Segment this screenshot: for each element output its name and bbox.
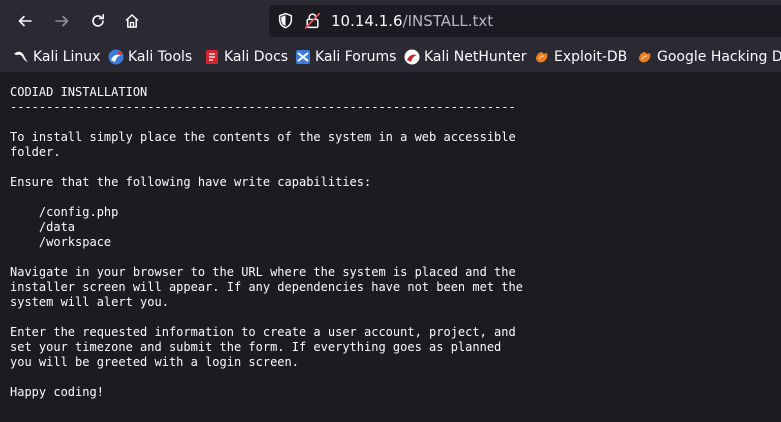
bookmark-label: Exploit-DB xyxy=(554,49,628,65)
back-button[interactable] xyxy=(12,8,38,34)
install-document-text: CODIAD INSTALLATION --------------------… xyxy=(10,85,523,399)
bookmark-exploit-db[interactable]: Exploit-DB xyxy=(534,47,627,67)
bookmark-kali-docs[interactable]: Kali Docs xyxy=(204,47,288,67)
bookmark-kali-nethunter[interactable]: Kali NetHunter xyxy=(404,47,526,67)
home-button[interactable] xyxy=(119,8,145,34)
bookmark-label: Kali Docs xyxy=(224,49,289,65)
url-host: 10.14.1.6 xyxy=(331,12,403,30)
bookmark-label: Kali Tools xyxy=(128,49,193,65)
url-path: /INSTALL.txt xyxy=(402,12,494,30)
nethunter-icon xyxy=(404,49,420,65)
kali-forums-icon xyxy=(296,50,310,64)
shield-icon[interactable] xyxy=(277,12,294,29)
reload-icon xyxy=(92,14,104,27)
kali-tools-icon xyxy=(108,49,124,65)
exploit-db-icon xyxy=(536,52,548,63)
page-content: CODIAD INSTALLATION --------------------… xyxy=(0,72,781,422)
kali-dragon-icon xyxy=(14,51,28,62)
home-icon xyxy=(125,14,139,28)
arrow-right-icon xyxy=(55,15,69,27)
bookmark-label: Kali Linux xyxy=(33,49,101,65)
bookmark-label: Kali Forums xyxy=(315,49,397,65)
arrow-left-icon xyxy=(18,15,32,27)
url-text[interactable]: 10.14.1.6/INSTALL.txt xyxy=(331,12,493,30)
address-bar[interactable]: 10.14.1.6/INSTALL.txt xyxy=(269,5,781,37)
bookmark-label: Google Hacking DB xyxy=(657,49,781,65)
kali-docs-icon xyxy=(206,50,218,64)
bookmarks-toolbar: Kali Linux Kali Tools Kali Docs Kali For… xyxy=(0,42,781,72)
ghdb-icon xyxy=(639,52,651,63)
bookmark-google-hacking-db[interactable]: Google Hacking DB xyxy=(637,47,781,67)
insecure-lock-icon[interactable] xyxy=(304,12,321,29)
bookmark-kali-tools[interactable]: Kali Tools xyxy=(108,47,192,67)
bookmark-kali-forums[interactable]: Kali Forums xyxy=(295,47,396,67)
browser-toolbar: 10.14.1.6/INSTALL.txt xyxy=(0,0,781,42)
bookmark-label: Kali NetHunter xyxy=(424,49,527,65)
forward-button[interactable] xyxy=(49,8,75,34)
reload-button[interactable] xyxy=(85,8,111,34)
bookmark-kali-linux[interactable]: Kali Linux xyxy=(13,47,100,67)
